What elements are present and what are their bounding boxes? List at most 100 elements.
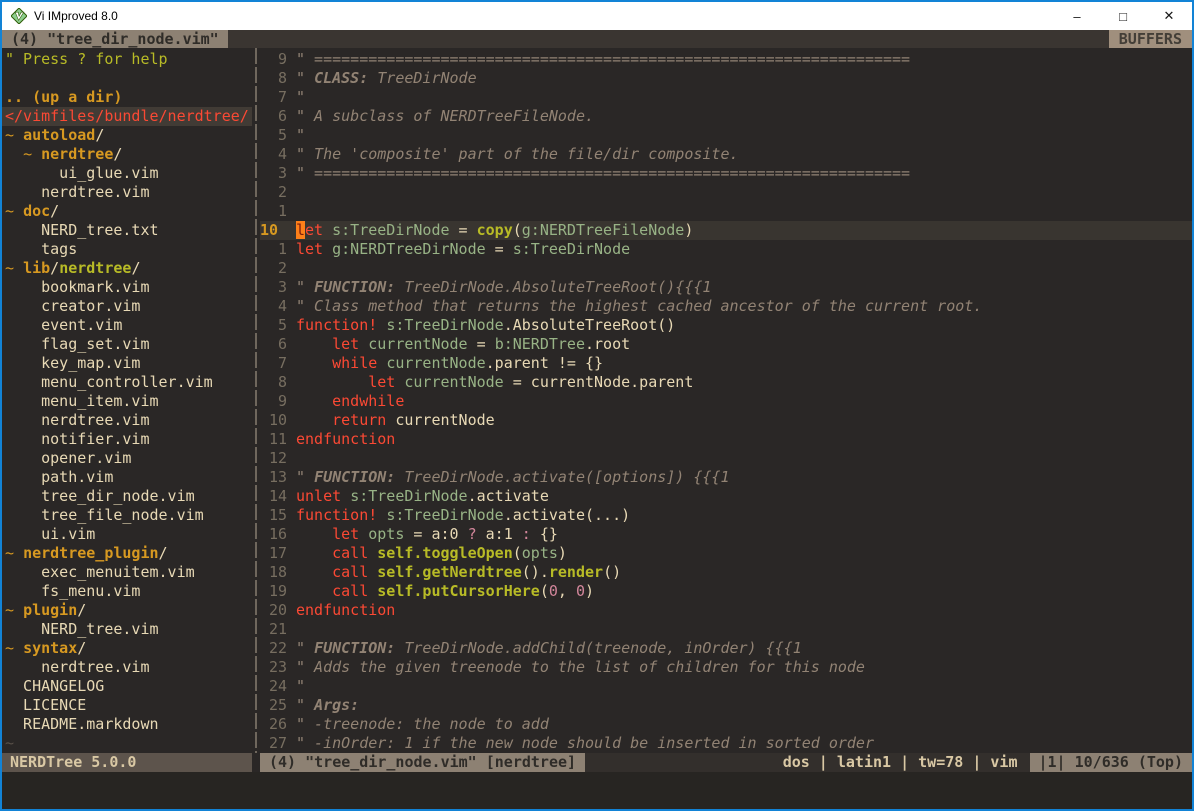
code-line[interactable]: 9" =====================================… <box>260 50 1192 69</box>
code-line[interactable]: 6 let currentNode = b:NERDTree.root <box>260 335 1192 354</box>
code-line[interactable]: 5function! s:TreeDirNode.AbsoluteTreeRoo… <box>260 316 1192 335</box>
code-line[interactable]: 13" FUNCTION: TreeDirNode.activate([opti… <box>260 468 1192 487</box>
tree-item[interactable]: ~ syntax/ <box>2 639 252 658</box>
active-buffer-tab[interactable]: (4) "tree_dir_node.vim" <box>2 30 228 48</box>
code-text: let s:TreeDirNode = copy(g:NERDTreeFileN… <box>296 221 693 240</box>
code-line[interactable]: 7 while currentNode.parent != {} <box>260 354 1192 373</box>
maximize-button[interactable]: □ <box>1100 2 1146 30</box>
tree-item[interactable]: ~ plugin/ <box>2 601 252 620</box>
tree-item[interactable]: .. (up a dir) <box>2 88 252 107</box>
tree-item[interactable]: ui.vim <box>2 525 252 544</box>
code-text: " Args: <box>296 696 359 715</box>
code-line[interactable]: 9 endwhile <box>260 392 1192 411</box>
code-text: call self.putCursorHere(0, 0) <box>296 582 594 601</box>
tree-item[interactable]: nerdtree.vim <box>2 658 252 677</box>
tree-item[interactable]: tree_file_node.vim <box>2 506 252 525</box>
tree-item[interactable]: fs_menu.vim <box>2 582 252 601</box>
code-text: " FUNCTION: TreeDirNode.AbsoluteTreeRoot… <box>296 278 711 297</box>
tree-item[interactable]: nerdtree.vim <box>2 411 252 430</box>
code-line[interactable]: 7" <box>260 88 1192 107</box>
tree-item[interactable]: ~ lib/nerdtree/ <box>2 259 252 278</box>
line-number: 9 <box>260 50 287 69</box>
tree-item[interactable]: notifier.vim <box>2 430 252 449</box>
tree-item[interactable]: creator.vim <box>2 297 252 316</box>
editor-panel: 9" =====================================… <box>260 48 1192 753</box>
code-text: " Class method that returns the highest … <box>296 297 982 316</box>
code-line[interactable]: 25" Args: <box>260 696 1192 715</box>
tree-item[interactable]: README.markdown <box>2 715 252 734</box>
code-line[interactable]: 15function! s:TreeDirNode.activate(...) <box>260 506 1192 525</box>
line-number: 4 <box>260 145 287 164</box>
tree-item[interactable]: path.vim <box>2 468 252 487</box>
code-line[interactable]: 4 " Class method that returns the highest… <box>260 297 1192 316</box>
code-line[interactable]: 17 call self.toggleOpen(opts) <box>260 544 1192 563</box>
code-line[interactable]: 23" Adds the given treenode to the list … <box>260 658 1192 677</box>
code-text: while currentNode.parent != {} <box>296 354 603 373</box>
code-line[interactable]: 8 let currentNode = currentNode.parent <box>260 373 1192 392</box>
tree-item[interactable]: flag_set.vim <box>2 335 252 354</box>
code-line[interactable]: 1let g:NERDTreeDirNode = s:TreeDirNode <box>260 240 1192 259</box>
code-line[interactable]: 18 call self.getNerdtree().render() <box>260 563 1192 582</box>
code-line[interactable]: 6" A subclass of NERDTreeFileNode. <box>260 107 1192 126</box>
tree-item[interactable]: opener.vim <box>2 449 252 468</box>
tree-item[interactable]: ~ nerdtree/ <box>2 145 252 164</box>
line-number: 7 <box>260 88 287 107</box>
tree-item[interactable]: " Press ? for help <box>2 50 252 69</box>
tree-item[interactable]: bookmark.vim <box>2 278 252 297</box>
buffer-name-segment[interactable]: (4) "tree_dir_node.vim" [nerdtree] <box>260 753 585 772</box>
window-separator[interactable] <box>252 48 260 753</box>
close-button[interactable]: ✕ <box>1146 2 1192 30</box>
code-line[interactable]: 22" FUNCTION: TreeDirNode.addChild(treen… <box>260 639 1192 658</box>
code-line[interactable]: 2 <box>260 259 1192 278</box>
tree-item[interactable]: ~ nerdtree_plugin/ <box>2 544 252 563</box>
tree-item[interactable]: menu_controller.vim <box>2 373 252 392</box>
code-line[interactable]: 8" CLASS: TreeDirNode <box>260 69 1192 88</box>
tree-item[interactable]: ~ autoload/ <box>2 126 252 145</box>
buffer-tabline: (4) "tree_dir_node.vim" BUFFERS <box>2 30 1192 48</box>
line-number: 2 <box>260 259 287 278</box>
tree-item[interactable]: ~ doc/ <box>2 202 252 221</box>
tree-item[interactable] <box>2 69 252 88</box>
code-line[interactable]: 12 <box>260 449 1192 468</box>
code-line[interactable]: 4" The 'composite' part of the file/dir … <box>260 145 1192 164</box>
code-line[interactable]: 2 <box>260 183 1192 202</box>
code-line[interactable]: 11endfunction <box>260 430 1192 449</box>
code-line[interactable]: 1 <box>260 202 1192 221</box>
tree-item[interactable]: nerdtree.vim <box>2 183 252 202</box>
code-line[interactable]: 5" <box>260 126 1192 145</box>
nerdtree-panel: " Press ? for help .. (up a dir)</vimfile… <box>2 48 252 753</box>
tree-item[interactable]: NERD_tree.txt <box>2 221 252 240</box>
tree-item[interactable]: tree_dir_node.vim <box>2 487 252 506</box>
minimize-button[interactable]: – <box>1054 2 1100 30</box>
code-line[interactable]: 3" FUNCTION: TreeDirNode.AbsoluteTreeRoo… <box>260 278 1192 297</box>
code-line[interactable]: 26" -treenode: the node to add <box>260 715 1192 734</box>
code-line[interactable]: 14unlet s:TreeDirNode.activate <box>260 487 1192 506</box>
line-number: 10 <box>260 411 287 430</box>
tree-item[interactable]: LICENCE <box>2 696 252 715</box>
tree-item[interactable]: tags <box>2 240 252 259</box>
code-line[interactable]: 24" <box>260 677 1192 696</box>
tree-item[interactable]: key_map.vim <box>2 354 252 373</box>
tree-item[interactable]: CHANGELOG <box>2 677 252 696</box>
tree-item[interactable]: menu_item.vim <box>2 392 252 411</box>
line-number: 4 <box>260 297 287 316</box>
tree-item[interactable]: NERD_tree.vim <box>2 620 252 639</box>
tree-item[interactable]: exec_menuitem.vim <box>2 563 252 582</box>
tree-item[interactable]: event.vim <box>2 316 252 335</box>
code-text: " <box>296 677 305 696</box>
code-text: endwhile <box>296 392 404 411</box>
command-line[interactable] <box>2 772 1192 809</box>
code-line[interactable]: 19 call self.putCursorHere(0, 0) <box>260 582 1192 601</box>
code-line-current[interactable]: 10let s:TreeDirNode = copy(g:NERDTreeFil… <box>260 221 1192 240</box>
code-line[interactable]: 3" =====================================… <box>260 164 1192 183</box>
tree-item[interactable]: ~ <box>2 734 252 753</box>
code-line[interactable]: 20endfunction <box>260 601 1192 620</box>
code-line[interactable]: 10 return currentNode <box>260 411 1192 430</box>
nerdtree-statusline[interactable]: NERDTree 5.0.0 <box>2 753 252 772</box>
tree-item-selected[interactable]: </vimfiles/bundle/nerdtree/ <box>2 107 252 126</box>
line-number: 11 <box>260 430 287 449</box>
code-line[interactable]: 16 let opts = a:0 ? a:1 : {} <box>260 525 1192 544</box>
tree-item[interactable]: ui_glue.vim <box>2 164 252 183</box>
code-line[interactable]: 21 <box>260 620 1192 639</box>
code-line[interactable]: 27" -inOrder: 1 if the new node should b… <box>260 734 1192 753</box>
